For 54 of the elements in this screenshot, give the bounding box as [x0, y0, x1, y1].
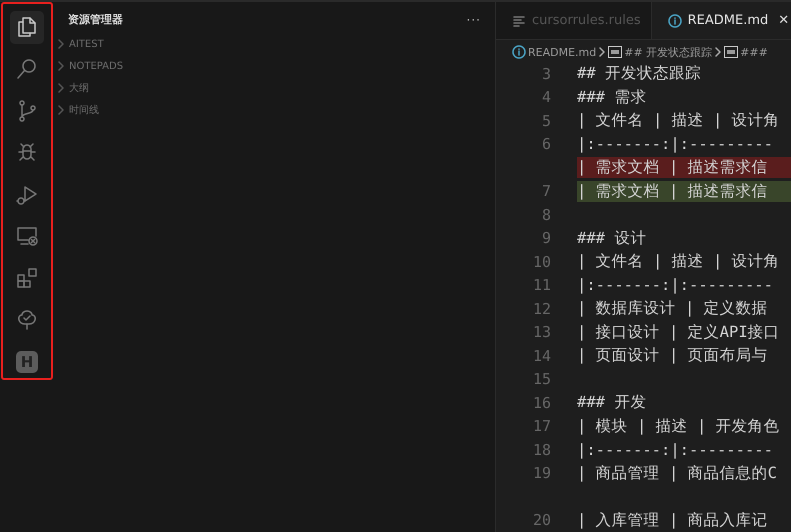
line-number: 14 — [532, 346, 552, 365]
code-line: | 文件名 | 描述 | 设计角 — [577, 110, 780, 132]
tab-label: cursorrules.rules — [532, 13, 641, 28]
line-number: 8 — [540, 206, 552, 224]
breadcrumb-item[interactable]: ## 开发状态跟踪 — [624, 44, 712, 60]
line-number: 4 — [540, 88, 552, 106]
section-header[interactable]: NOTEPADS — [53, 55, 495, 77]
code-line: | 文件名 | 描述 | 设计角 — [577, 251, 780, 272]
code-line: ### 设计 — [577, 228, 646, 249]
code-line: ## 开发状态跟踪 — [577, 63, 701, 84]
line-number: 18 — [532, 440, 552, 459]
section-header[interactable]: 时间线 — [53, 99, 495, 121]
editor-tab[interactable]: README.md ✕ — [652, 2, 791, 39]
line-number: 17 — [532, 417, 552, 436]
line-number: 9 — [540, 229, 552, 248]
more-actions-button[interactable]: ··· — [466, 12, 481, 26]
line-number: 3 — [540, 64, 552, 83]
line-number: 20 — [532, 511, 552, 530]
chevron-icon — [598, 46, 606, 58]
code-line: |:-------:|:--------- — [577, 440, 773, 459]
tab-label: README.md — [688, 13, 768, 28]
text-symbol-icon — [724, 46, 738, 58]
code-line: | 数据库设计 | 定义数据 — [577, 298, 768, 320]
line-number: 19 — [532, 464, 552, 482]
code-line: ### 需求 — [577, 86, 646, 108]
line-number: 6 — [540, 135, 552, 154]
code-line: | 商品管理 | 商品信息的C — [577, 462, 777, 484]
info-icon — [668, 14, 682, 28]
breadcrumb-item[interactable]: ### — [740, 46, 768, 58]
breadcrumb-item[interactable]: README.md — [528, 46, 596, 58]
code-line: | 接口设计 | 定义API接口 — [577, 322, 780, 343]
lines-icon — [512, 14, 526, 28]
code-line: |:-------:|:--------- — [577, 135, 773, 154]
code-line: ### 开发 — [577, 392, 646, 414]
files-icon[interactable] — [10, 11, 44, 44]
line-number: 12 — [532, 300, 552, 318]
info-icon — [512, 45, 526, 59]
chevron-icon — [714, 46, 722, 58]
line-number: 13 — [532, 323, 552, 342]
code-line: | 模块 | 描述 | 开发角色 — [577, 416, 780, 437]
line-number: 10 — [532, 252, 552, 271]
code-line: |:-------:|:--------- — [577, 276, 773, 294]
line-number: 16 — [532, 394, 552, 412]
line-number: 7 — [540, 182, 552, 200]
text-symbol-icon — [608, 46, 622, 58]
line-number: 5 — [540, 112, 552, 130]
line-number: 11 — [532, 276, 552, 294]
section-header[interactable]: AITEST — [53, 33, 495, 55]
code-line: | 页面设计 | 页面布局与 — [577, 345, 768, 366]
line-number: 15 — [532, 370, 552, 388]
panel-title: 资源管理器 — [68, 12, 123, 27]
code-line: | 入库管理 | 商品入库记 — [577, 510, 768, 531]
close-button[interactable]: ✕ — [778, 13, 790, 28]
section-header[interactable]: 大纲 — [53, 77, 495, 99]
